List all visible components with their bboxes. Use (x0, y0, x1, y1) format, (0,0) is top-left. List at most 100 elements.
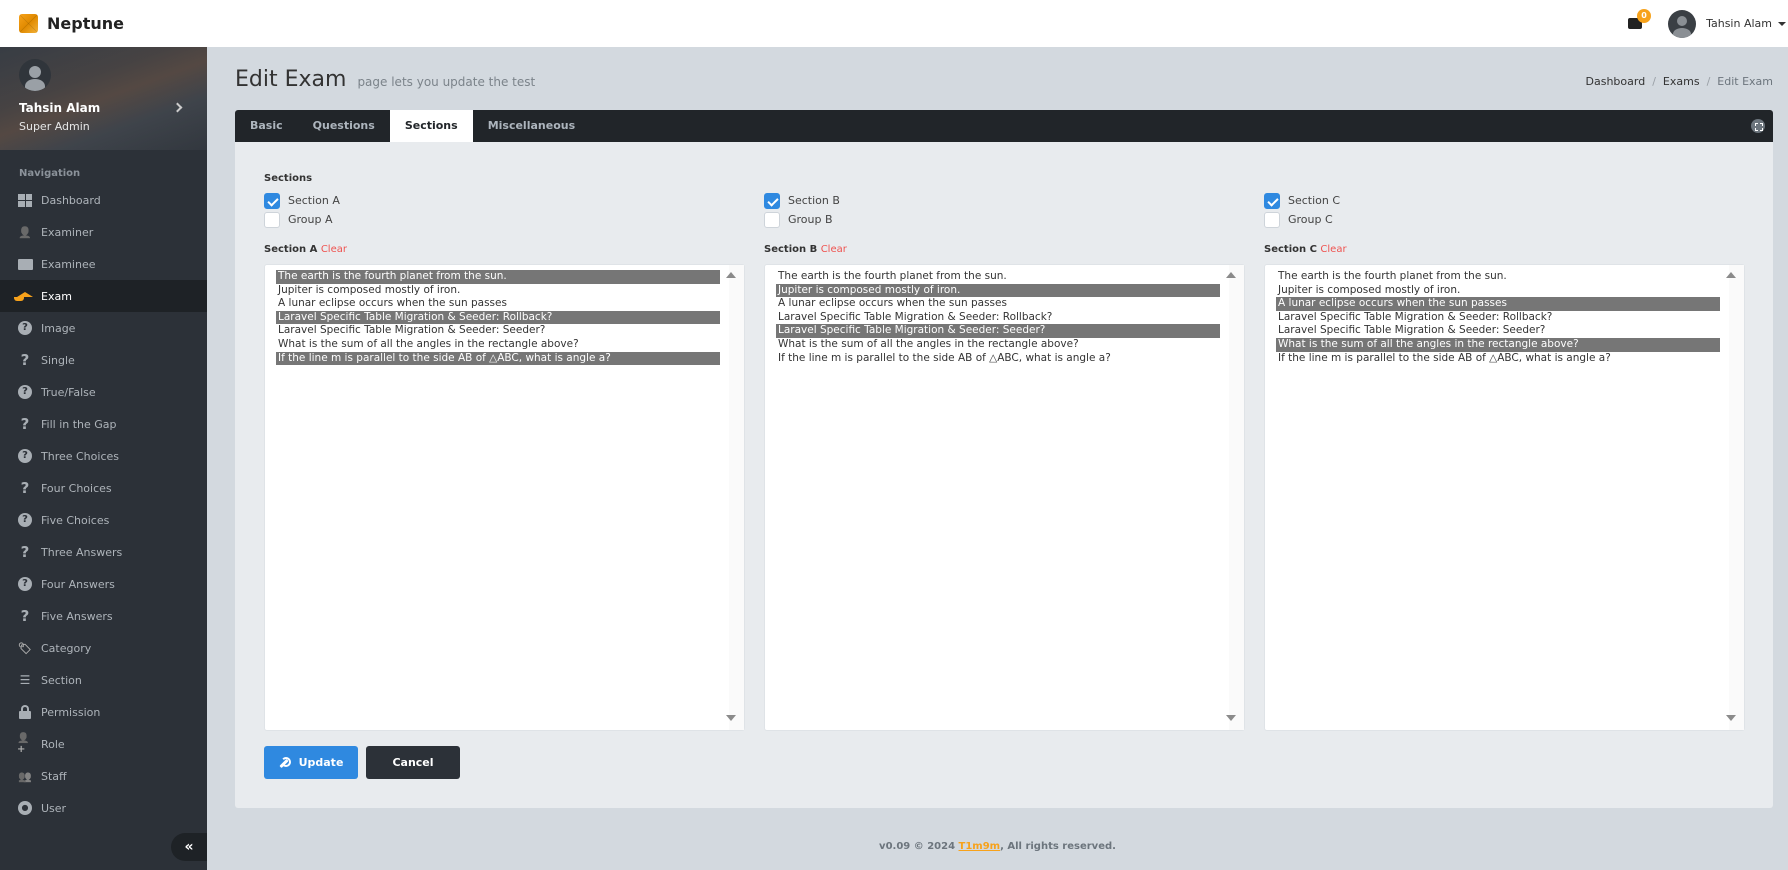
sidebar-item-label: Three Choices (41, 449, 119, 463)
users-icon: 👥 (18, 769, 32, 783)
sidebar-item-fill-in-the-gap[interactable]: ? Fill in the Gap (0, 408, 207, 440)
group-a-checkbox-row[interactable]: Group A (264, 210, 745, 229)
sidebar-item-exam[interactable]: Exam (0, 280, 207, 312)
question-option[interactable]: A lunar eclipse occurs when the sun pass… (776, 297, 1220, 311)
sidebar-item-permission[interactable]: Permission (0, 696, 207, 728)
graduation-cap-icon (13, 288, 33, 304)
scrollbar[interactable] (1229, 265, 1244, 730)
tab-miscellaneous[interactable]: Miscellaneous (473, 110, 590, 142)
cancel-button[interactable]: Cancel (366, 746, 460, 779)
question-circle-icon: ? (17, 576, 33, 592)
sidebar-item-role[interactable]: 👤+ Role (0, 728, 207, 760)
messages-button[interactable]: 0 (1628, 9, 1652, 29)
sidebar-item-five-choices[interactable]: ? Five Choices (0, 504, 207, 536)
question-option[interactable]: Jupiter is composed mostly of iron. (276, 284, 720, 298)
question-option[interactable]: Laravel Specific Table Migration & Seede… (276, 310, 720, 325)
breadcrumb-dashboard[interactable]: Dashboard (1586, 75, 1646, 88)
sidebar-item-label: Three Answers (41, 545, 123, 559)
question-option[interactable]: The earth is the fourth planet from the … (776, 270, 1220, 284)
sidebar-item-single[interactable]: ? Single (0, 344, 207, 376)
group-c-checkbox-row[interactable]: Group C (1264, 210, 1745, 229)
sidebar-item-category[interactable]: 🏷 Category (0, 632, 207, 664)
question-option[interactable]: Jupiter is composed mostly of iron. (776, 283, 1220, 298)
sidebar-item-dashboard[interactable]: Dashboard (0, 184, 207, 216)
question-option[interactable]: Jupiter is composed mostly of iron. (1276, 284, 1720, 298)
group-b-checkbox-row[interactable]: Group B (764, 210, 1245, 229)
section-c-checkbox-row[interactable]: Section C (1264, 191, 1745, 210)
section-b-question-select[interactable]: The earth is the fourth planet from the … (764, 264, 1245, 731)
section-c-question-select[interactable]: The earth is the fourth planet from the … (1264, 264, 1745, 731)
brand[interactable]: Neptune (19, 14, 124, 33)
clear-section-c-link[interactable]: Clear (1320, 244, 1346, 255)
question-option[interactable]: Laravel Specific Table Migration & Seede… (1276, 324, 1720, 338)
scroll-down-arrow-icon[interactable] (1226, 715, 1236, 721)
question-option[interactable]: The earth is the fourth planet from the … (1276, 270, 1720, 284)
user-avatar[interactable] (1668, 9, 1697, 38)
section-b-checkbox-row[interactable]: Section B (764, 191, 1245, 210)
scroll-up-arrow-icon[interactable] (726, 272, 736, 278)
clear-section-b-link[interactable]: Clear (821, 244, 847, 255)
section-b-checkbox[interactable] (764, 192, 780, 209)
group-a-checkbox[interactable] (264, 211, 280, 228)
question-option[interactable]: If the line m is parallel to the side AB… (276, 351, 720, 366)
sidebar-item-user[interactable]: ● User (0, 792, 207, 824)
question-option[interactable]: If the line m is parallel to the side AB… (1276, 352, 1720, 366)
breadcrumb-separator: / (1652, 75, 1656, 88)
chevron-right-icon[interactable] (172, 102, 183, 113)
question-option[interactable]: Laravel Specific Table Migration & Seede… (276, 324, 720, 338)
user-menu-name[interactable]: Tahsin Alam (1706, 17, 1772, 30)
sidebar-item-four-choices[interactable]: ? Four Choices (0, 472, 207, 504)
collapse-sidebar-button[interactable]: « (171, 833, 207, 861)
lock-icon (17, 704, 33, 720)
user-plus-icon: 👤+ (17, 733, 30, 755)
question-option[interactable]: If the line m is parallel to the side AB… (776, 352, 1220, 366)
clear-section-a-link[interactable]: Clear (321, 244, 347, 255)
footer-author-link[interactable]: T1m9m (959, 841, 1001, 852)
question-circle-icon: ? (17, 512, 33, 528)
sidebar-item-three-answers[interactable]: ? Three Answers (0, 536, 207, 568)
question-option[interactable]: A lunar eclipse occurs when the sun pass… (1276, 297, 1720, 311)
question-option[interactable]: Laravel Specific Table Migration & Seede… (776, 311, 1220, 325)
sidebar-item-staff[interactable]: 👥 Staff (0, 760, 207, 792)
profile-name: Tahsin Alam (19, 101, 101, 115)
sidebar-item-section[interactable]: ☰ Section (0, 664, 207, 696)
question-option[interactable]: The earth is the fourth planet from the … (276, 270, 720, 284)
scroll-down-arrow-icon[interactable] (1726, 715, 1736, 721)
sidebar-item-three-choices[interactable]: ? Three Choices (0, 440, 207, 472)
scroll-up-arrow-icon[interactable] (1726, 272, 1736, 278)
question-option[interactable]: A lunar eclipse occurs when the sun pass… (276, 297, 720, 311)
scrollbar[interactable] (1729, 265, 1744, 730)
breadcrumb-exams[interactable]: Exams (1663, 75, 1700, 88)
section-a-checkbox[interactable] (264, 192, 280, 209)
sidebar-profile: Tahsin Alam Super Admin (0, 47, 207, 150)
edit-exam-card: Basic Questions Sections Miscellaneous S… (235, 110, 1773, 808)
question-option[interactable]: What is the sum of all the angles in the… (1276, 337, 1720, 352)
question-option[interactable]: Laravel Specific Table Migration & Seede… (776, 324, 1220, 338)
section-a-checkbox-row[interactable]: Section A (264, 191, 745, 210)
section-a-question-select[interactable]: The earth is the fourth planet from the … (264, 264, 745, 731)
question-option[interactable]: Laravel Specific Table Migration & Seede… (1276, 311, 1720, 325)
sidebar-item-examiner[interactable]: 👤 Examiner (0, 216, 207, 248)
group-b-checkbox[interactable] (764, 211, 780, 228)
fullscreen-icon[interactable] (1751, 119, 1765, 133)
tab-questions[interactable]: Questions (298, 110, 390, 142)
sidebar-item-four-answers[interactable]: ? Four Answers (0, 568, 207, 600)
sidebar-item-image[interactable]: ? Image (0, 312, 207, 344)
sidebar-item-examinee[interactable]: Examinee (0, 248, 207, 280)
brand-name: Neptune (47, 14, 124, 33)
scroll-up-arrow-icon[interactable] (1226, 272, 1236, 278)
question-option[interactable]: What is the sum of all the angles in the… (276, 338, 720, 352)
scroll-down-arrow-icon[interactable] (726, 715, 736, 721)
update-button[interactable]: Update (264, 746, 358, 779)
group-c-checkbox[interactable] (1264, 211, 1280, 228)
question-option[interactable]: What is the sum of all the angles in the… (776, 338, 1220, 352)
sidebar-item-true-false[interactable]: ? True/False (0, 376, 207, 408)
section-c-checkbox[interactable] (1264, 192, 1280, 209)
caret-down-icon[interactable] (1778, 21, 1786, 26)
tab-basic[interactable]: Basic (235, 110, 298, 142)
footer-prefix: v0.09 © 2024 (879, 841, 959, 852)
tab-sections[interactable]: Sections (389, 110, 473, 142)
scrollbar[interactable] (729, 265, 744, 730)
sidebar-item-five-answers[interactable]: ? Five Answers (0, 600, 207, 632)
list-label-text: Section A (264, 244, 318, 255)
